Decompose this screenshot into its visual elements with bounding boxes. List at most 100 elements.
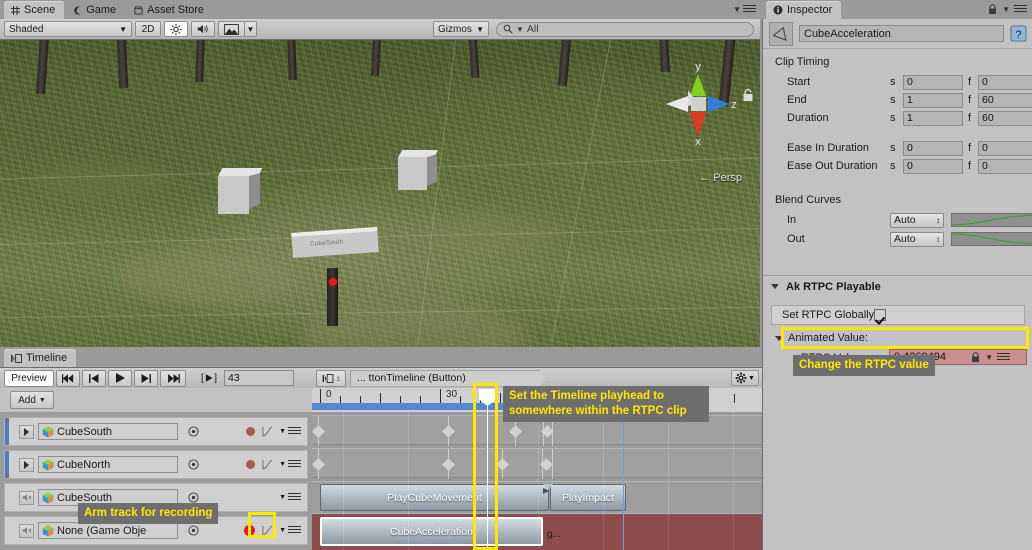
curves-icon[interactable]: [262, 459, 273, 470]
end-seconds-input[interactable]: 1: [903, 92, 963, 108]
scene-viewport[interactable]: CubeSouth y z x ← Persp: [0, 40, 760, 347]
track-menu-icon[interactable]: [288, 460, 301, 469]
preview-toggle-button[interactable]: Preview: [4, 369, 54, 387]
scene-menu-icon[interactable]: [743, 5, 756, 14]
triangle-down-icon[interactable]: [771, 284, 779, 289]
lock-icon[interactable]: [970, 351, 981, 363]
current-frame-input[interactable]: 43: [224, 370, 294, 386]
track-menu-icon[interactable]: [288, 526, 301, 535]
set-rtpc-globally-checkbox[interactable]: [874, 309, 887, 321]
inspector-menu-icon[interactable]: [1014, 4, 1027, 14]
tab-inspector[interactable]: Inspector: [766, 1, 842, 19]
clip-cubeacceleration[interactable]: CubeAcceleration: [320, 517, 543, 546]
prev-frame-button[interactable]: [82, 369, 106, 387]
clip-gridline: [408, 412, 409, 550]
track-record-button-armed[interactable]: [244, 525, 256, 536]
timeline-clip-area[interactable]: PlayCubeMovement ▶ PlayImpact CubeAccele…: [312, 412, 762, 550]
projection-mode-label[interactable]: ← Persp: [699, 172, 742, 184]
fx-dropdown-button[interactable]: ▼: [244, 21, 257, 37]
component-header-ak-rtpc-playable[interactable]: Ak RTPC Playable: [763, 275, 1032, 297]
clip-handle-icon[interactable]: [543, 484, 553, 490]
timeline-menu-icon[interactable]: [997, 352, 1010, 362]
fx-toggle-button[interactable]: [218, 21, 244, 37]
keyframe-row-2[interactable]: [312, 448, 762, 479]
scene-view-gizmo[interactable]: y z x: [658, 60, 738, 148]
clip-timing-row-start: Start s 0 f 0: [763, 73, 1032, 91]
cube-object-south[interactable]: [217, 168, 264, 216]
blend-in-dropdown[interactable]: Auto ↕: [890, 212, 944, 228]
timeline-mode-button[interactable]: ↕: [316, 369, 346, 387]
set-rtpc-globally-row[interactable]: Set RTPC Globally: [771, 305, 1025, 325]
track-row-cubenorth-anim[interactable]: CubeNorth ▼: [4, 450, 308, 479]
blend-out-curve-preview[interactable]: [951, 232, 1032, 246]
help-icon[interactable]: ?: [1010, 25, 1027, 42]
track-row-cubesouth-anim[interactable]: CubeSouth ▼: [4, 417, 308, 446]
blend-out-dropdown[interactable]: Auto ↕: [890, 231, 944, 247]
tab-asset-store[interactable]: Asset Store: [127, 1, 214, 19]
clip-row-audio-1[interactable]: PlayCubeMovement ▶ PlayImpact: [312, 481, 762, 513]
track-object-field[interactable]: None (Game Obje: [38, 522, 178, 539]
target-icon[interactable]: [188, 492, 199, 503]
track-menu-icon[interactable]: [288, 427, 301, 436]
ease-out-frames-input[interactable]: 0: [978, 158, 1032, 174]
end-frames-input[interactable]: 60: [978, 92, 1032, 108]
duration-frames-input[interactable]: 60: [978, 110, 1032, 126]
timeline-settings-button[interactable]: ▼: [731, 370, 759, 386]
track-expand-button[interactable]: [19, 457, 34, 472]
blend-in-label: In: [787, 214, 797, 226]
clip-playimpact[interactable]: PlayImpact: [550, 484, 626, 511]
grid-icon: [11, 5, 20, 15]
gizmos-dropdown[interactable]: Gizmos ▼: [433, 21, 489, 37]
lighting-toggle-button[interactable]: [164, 21, 188, 37]
object-name-field[interactable]: CubeAcceleration: [799, 25, 1004, 42]
curves-icon[interactable]: [262, 426, 273, 437]
last-frame-button[interactable]: [160, 369, 186, 387]
ease-in-seconds-input[interactable]: 0: [903, 140, 963, 156]
track-record-button[interactable]: [246, 427, 256, 436]
first-frame-button[interactable]: [56, 369, 80, 387]
track-object-field[interactable]: CubeSouth: [38, 423, 178, 440]
track-menu-icon[interactable]: [288, 493, 301, 502]
next-frame-button[interactable]: [134, 369, 158, 387]
draw-mode-dropdown[interactable]: Shaded ▼: [4, 21, 132, 37]
target-icon[interactable]: [188, 459, 199, 470]
clip-label: PlayImpact: [562, 491, 614, 504]
triangle-down-icon[interactable]: [775, 335, 783, 341]
play-button[interactable]: [108, 369, 132, 387]
blend-in-curve-preview[interactable]: [951, 213, 1032, 227]
animated-value-foldout[interactable]: Animated Value:: [775, 332, 868, 344]
breadcrumb[interactable]: ... ttonTimeline (Button): [350, 370, 546, 387]
track-expand-button[interactable]: [19, 424, 34, 439]
target-icon[interactable]: [188, 525, 199, 536]
object-name-value: CubeAcceleration: [804, 27, 891, 40]
cube-object-north[interactable]: [397, 150, 442, 194]
scene-search-input[interactable]: ▼ All: [496, 21, 754, 37]
inspector-panel: CubeAcceleration ? Clip Timing Start s 0…: [762, 19, 1032, 550]
start-frames-input[interactable]: 0: [978, 74, 1032, 90]
add-track-button[interactable]: Add ▼: [10, 391, 54, 409]
target-icon[interactable]: [188, 426, 199, 437]
toggle-2d-button[interactable]: 2D: [135, 21, 161, 37]
curves-icon[interactable]: [262, 525, 273, 536]
ease-out-row: Ease Out Duration s 0 f 0: [763, 157, 1032, 175]
audio-toggle-button[interactable]: [191, 21, 215, 37]
start-seconds-input[interactable]: 0: [903, 74, 963, 90]
lock-icon[interactable]: [987, 3, 998, 15]
tab-timeline[interactable]: Timeline: [4, 349, 77, 367]
tab-game[interactable]: Game: [66, 1, 126, 19]
track-object-field[interactable]: CubeNorth: [38, 456, 178, 473]
track-mute-button[interactable]: [19, 523, 34, 538]
ease-in-frames-input[interactable]: 0: [978, 140, 1032, 156]
axis-y-cone: y: [690, 61, 706, 96]
clip-row-armed[interactable]: CubeAcceleration g...: [312, 513, 762, 550]
step-back-icon: [89, 373, 99, 383]
duration-seconds-input[interactable]: 1: [903, 110, 963, 126]
ease-out-seconds-input[interactable]: 0: [903, 158, 963, 174]
track-record-button[interactable]: [246, 460, 256, 469]
clip-playcubemovement[interactable]: PlayCubeMovement: [320, 484, 549, 511]
tab-scene[interactable]: Scene: [4, 1, 65, 19]
play-range-button[interactable]: [ ]: [196, 370, 222, 387]
tab-game-label: Game: [86, 4, 117, 16]
scene-lock-icon[interactable]: [742, 88, 754, 105]
track-mute-button[interactable]: [19, 490, 34, 505]
